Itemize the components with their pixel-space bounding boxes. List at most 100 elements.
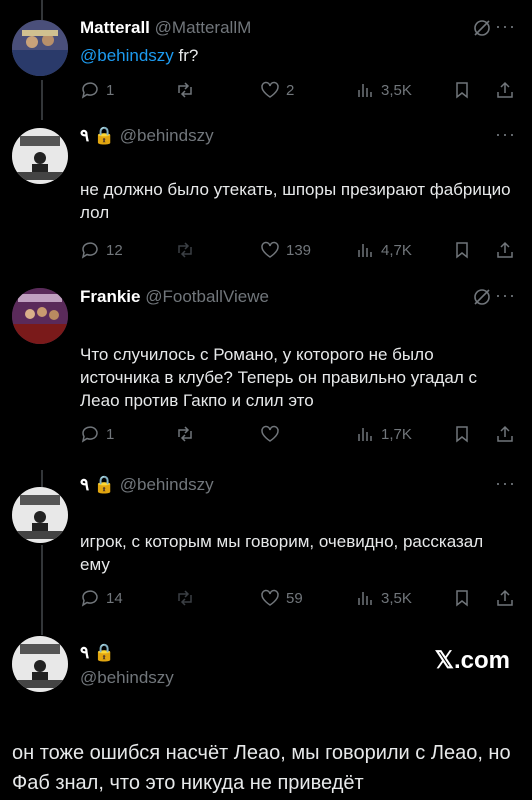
reply-icon [81, 82, 98, 99]
retweet-button[interactable] [175, 80, 195, 100]
reply-button[interactable]: 1 [80, 424, 114, 444]
share-button[interactable] [495, 588, 515, 608]
bookmark-icon [456, 82, 468, 99]
bookmark-button[interactable] [452, 424, 472, 444]
share-icon [497, 425, 513, 442]
display-name[interactable]: Frankie [80, 287, 140, 306]
display-name-text: ۹ 🔒 [80, 643, 116, 662]
share-icon [497, 81, 513, 98]
views-button[interactable]: 1,7K [355, 424, 412, 444]
reply-icon [81, 242, 98, 259]
views-icon [358, 592, 372, 605]
views-count: 4,7K [381, 241, 412, 259]
views-count: 3,5K [381, 589, 412, 607]
avatar[interactable] [12, 636, 68, 692]
handle[interactable]: @MatterallM [155, 18, 252, 37]
handle[interactable]: @behindszy [80, 668, 174, 687]
more-options-icon[interactable]: ··· [495, 473, 516, 494]
retweet-icon [178, 590, 192, 606]
bookmark-button[interactable] [452, 240, 472, 260]
reply-icon [81, 590, 98, 607]
avatar[interactable] [12, 20, 68, 76]
reply-button[interactable]: 1 [80, 80, 114, 100]
display-name[interactable]: ۹ 🔒 [80, 643, 115, 663]
heart-icon [261, 81, 279, 98]
reply-count: 1 [106, 425, 115, 443]
tweet-header: Matterall @MatterallM [80, 18, 251, 38]
grok-icon[interactable] [472, 287, 492, 312]
retweet-icon [178, 82, 192, 98]
reply-count: 1 [106, 81, 115, 99]
action-bar: 1 1,7K [80, 422, 516, 446]
tweet-text: Что случилось с Романо, у которого не бы… [80, 345, 478, 410]
like-count: 59 [286, 589, 303, 607]
share-button[interactable] [495, 424, 515, 444]
share-icon [497, 589, 513, 606]
bookmark-button[interactable] [452, 80, 472, 100]
grok-icon[interactable] [472, 18, 492, 43]
retweet-icon [178, 242, 192, 258]
like-button[interactable]: 139 [260, 240, 311, 260]
handle[interactable]: @behindszy [120, 475, 214, 494]
bookmark-button[interactable] [452, 588, 472, 608]
reply-count: 12 [106, 241, 123, 259]
views-button[interactable]: 3,5K [355, 80, 412, 100]
bookmark-icon [456, 242, 468, 259]
action-bar: 12 139 4,7K [80, 238, 516, 262]
tweet-text: не должно было утекать, шпоры презирают … [80, 180, 511, 222]
avatar[interactable] [12, 288, 68, 344]
like-button[interactable]: 59 [260, 588, 303, 608]
like-count: 2 [286, 81, 295, 99]
display-name[interactable]: ۹ 🔒 [80, 475, 115, 494]
tweet-header: ۹ 🔒 @behindszy [80, 126, 214, 146]
handle[interactable]: @FootballViewe [145, 287, 269, 306]
like-button[interactable] [260, 424, 286, 444]
avatar[interactable] [12, 487, 68, 543]
more-options-icon[interactable]: ··· [495, 16, 516, 37]
action-bar: 14 59 3,5K [80, 586, 516, 610]
reply-icon [81, 426, 98, 443]
x-logo: 𝕏.com [434, 647, 510, 674]
retweet-icon [178, 426, 192, 442]
tweet-header: ۹ 🔒 @behindszy [80, 475, 214, 495]
more-options-icon[interactable]: ··· [495, 285, 516, 306]
share-button[interactable] [495, 240, 515, 260]
more-options-icon[interactable]: ··· [495, 124, 516, 145]
reply-button[interactable]: 12 [80, 240, 123, 260]
heart-icon [261, 241, 279, 258]
tweet-text: игрок, с которым мы говорим, очевидно, р… [80, 532, 484, 574]
share-icon [497, 241, 513, 258]
views-icon [358, 244, 372, 257]
avatar[interactable] [12, 128, 68, 184]
main-tweet-text: он тоже ошибся насчёт Леао, мы говорили … [12, 742, 511, 794]
retweet-button[interactable] [175, 424, 195, 444]
share-button[interactable] [495, 80, 515, 100]
display-name[interactable]: ۹ 🔒 [80, 126, 115, 145]
like-button[interactable]: 2 [260, 80, 294, 100]
thread-line [41, 545, 43, 635]
retweet-button[interactable] [175, 240, 195, 260]
views-button[interactable]: 4,7K [355, 240, 412, 260]
heart-icon [261, 425, 279, 442]
views-icon [358, 428, 372, 441]
thread-line [41, 0, 43, 20]
views-count: 1,7K [381, 425, 412, 443]
mention-link[interactable]: @behindszy [80, 46, 174, 65]
bookmark-icon [456, 590, 468, 607]
like-count: 139 [286, 241, 312, 259]
heart-icon [261, 589, 279, 606]
thread-line [41, 80, 43, 120]
handle[interactable]: @behindszy [120, 126, 214, 145]
action-bar: 1 2 3,5K [80, 78, 516, 102]
display-name[interactable]: Matterall [80, 18, 150, 37]
views-count: 3,5K [381, 81, 412, 99]
tweet-text: @behindszy fr? [80, 44, 512, 67]
retweet-button[interactable] [175, 588, 195, 608]
bookmark-icon [456, 426, 468, 443]
reply-button[interactable]: 14 [80, 588, 123, 608]
reply-count: 14 [106, 589, 123, 607]
handle-row: @behindszy [80, 668, 174, 688]
tweet-header: Frankie @FootballViewe [80, 287, 269, 307]
views-icon [358, 84, 372, 97]
views-button[interactable]: 3,5K [355, 588, 412, 608]
